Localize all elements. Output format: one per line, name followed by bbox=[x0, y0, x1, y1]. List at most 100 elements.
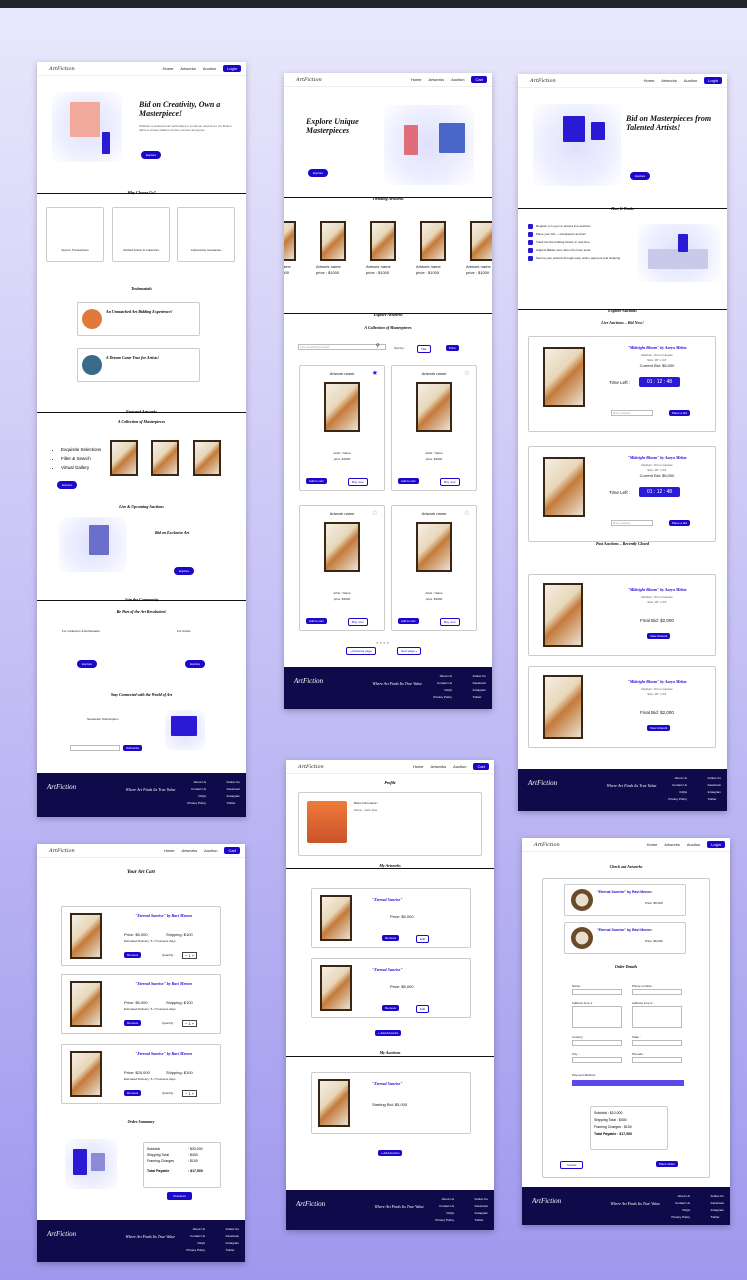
footer-link[interactable]: FAQs bbox=[435, 1210, 454, 1217]
buy-now-button[interactable]: Buy now bbox=[348, 618, 368, 626]
nav-auction[interactable]: Auction bbox=[684, 78, 697, 83]
brand-logo[interactable]: ArtFiction bbox=[298, 764, 324, 770]
footer-logo[interactable]: ArtFiction bbox=[532, 1197, 561, 1205]
add-artworks-button[interactable]: + Add Artworks bbox=[375, 1030, 402, 1036]
previous-page-button[interactable]: « Previous page bbox=[346, 647, 376, 655]
nav-home[interactable]: Home bbox=[644, 78, 655, 83]
footer-link[interactable]: About Us bbox=[433, 673, 452, 680]
bid-amount-input[interactable]: Enter a amount bbox=[611, 520, 653, 526]
newsletter-email-input[interactable] bbox=[70, 745, 120, 751]
artwork-thumb[interactable] bbox=[318, 1079, 350, 1127]
artwork-thumb[interactable] bbox=[320, 965, 352, 1011]
cart-button[interactable]: Cart bbox=[224, 847, 240, 854]
footer-link[interactable]: Privacy Policy bbox=[186, 1247, 205, 1254]
nav-auction[interactable]: Auction bbox=[453, 764, 466, 769]
form-input[interactable] bbox=[572, 1040, 622, 1046]
footer-logo[interactable]: ArtFiction bbox=[296, 1200, 325, 1208]
social-link[interactable]: Twitter bbox=[226, 1247, 239, 1254]
brand-logo[interactable]: ArtFiction bbox=[530, 78, 556, 84]
artwork-thumb[interactable] bbox=[70, 913, 102, 959]
footer-link[interactable]: Contact Us bbox=[186, 1233, 205, 1240]
buy-now-button[interactable]: Buy now bbox=[348, 478, 368, 486]
nav-auction[interactable]: Auction bbox=[687, 842, 700, 847]
artwork-thumb[interactable] bbox=[470, 221, 492, 261]
login-button[interactable]: Login bbox=[707, 841, 725, 848]
artwork-card[interactable]: Artwork name ☆ Artist : Name price :$1000 Ad… bbox=[391, 365, 477, 491]
footer-link[interactable]: About Us bbox=[435, 1196, 454, 1203]
social-link[interactable]: Twitter bbox=[227, 800, 240, 807]
footer-link[interactable]: About Us bbox=[668, 775, 687, 782]
artwork-card[interactable]: Artwork name ☆ Artist : Name price :$1000 Ad… bbox=[299, 505, 385, 631]
login-button[interactable]: Login bbox=[223, 65, 241, 72]
sort-title-button[interactable]: Title bbox=[417, 345, 431, 353]
artwork-card[interactable]: Artwork name ☆ Artist : Name price :$1000 Ad… bbox=[391, 505, 477, 631]
footer-link[interactable]: Contact Us bbox=[671, 1200, 690, 1207]
add-to-cart-button[interactable]: Add to cart bbox=[306, 618, 327, 624]
add-to-cart-button[interactable]: Add to cart bbox=[398, 478, 419, 484]
featured-explore-button[interactable]: Explore bbox=[57, 481, 78, 489]
artwork-thumb[interactable] bbox=[151, 440, 179, 476]
edit-button[interactable]: Edit bbox=[416, 935, 430, 943]
nav-artworks[interactable]: Artworks bbox=[661, 78, 677, 83]
favorite-star-icon[interactable]: ☆ bbox=[464, 369, 470, 377]
form-input[interactable] bbox=[572, 989, 622, 995]
brand-logo[interactable]: ArtFiction bbox=[534, 842, 560, 848]
quantity-stepper[interactable]: − 1 + bbox=[182, 1020, 198, 1027]
hero-explore-button[interactable]: Explore bbox=[141, 151, 162, 159]
form-input[interactable] bbox=[632, 989, 682, 995]
cart-button[interactable]: Cart bbox=[471, 76, 487, 83]
footer-link[interactable]: Contact Us bbox=[668, 782, 687, 789]
nav-artworks[interactable]: Artworks bbox=[180, 66, 196, 71]
footer-link[interactable]: Contact Us bbox=[187, 786, 206, 793]
footer-logo[interactable]: ArtFiction bbox=[47, 783, 76, 791]
social-link[interactable]: Facebook bbox=[708, 782, 721, 789]
artwork-thumb[interactable] bbox=[543, 583, 583, 647]
artwork-thumb[interactable] bbox=[70, 1051, 102, 1097]
footer-link[interactable]: Contact Us bbox=[433, 680, 452, 687]
social-link[interactable]: Facebook bbox=[711, 1200, 724, 1207]
cancel-button[interactable]: Cancel bbox=[560, 1161, 584, 1169]
footer-link[interactable]: FAQs bbox=[671, 1207, 690, 1214]
remove-button[interactable]: Remove bbox=[382, 1005, 400, 1011]
artwork-card[interactable]: Artwork name ★ Artist : Name price :$1000 Ad… bbox=[299, 365, 385, 491]
social-link[interactable]: Twitter bbox=[711, 1214, 724, 1221]
footer-link[interactable]: Privacy Policy bbox=[433, 694, 452, 701]
nav-home[interactable]: Home bbox=[411, 77, 422, 82]
add-auction-button[interactable]: + Add Auction bbox=[378, 1150, 403, 1156]
artwork-thumb[interactable] bbox=[571, 889, 593, 911]
footer-link[interactable]: Privacy Policy bbox=[671, 1214, 690, 1221]
join-button[interactable]: Explore bbox=[77, 660, 98, 668]
social-link[interactable]: Instagram bbox=[711, 1207, 724, 1214]
artwork-thumb[interactable] bbox=[370, 221, 396, 261]
nav-home[interactable]: Home bbox=[163, 66, 174, 71]
bid-amount-input[interactable]: Enter a amount bbox=[611, 410, 653, 416]
remove-button[interactable]: Remove bbox=[124, 1090, 142, 1096]
social-link[interactable]: Twitter bbox=[475, 1217, 488, 1224]
buy-now-button[interactable]: Buy now bbox=[440, 618, 460, 626]
artwork-thumb[interactable] bbox=[543, 347, 585, 407]
social-link[interactable]: Twitter bbox=[473, 694, 486, 701]
footer-link[interactable]: Privacy Policy bbox=[187, 800, 206, 807]
nav-artworks[interactable]: Artworks bbox=[429, 77, 445, 82]
footer-link[interactable]: FAQs bbox=[186, 1240, 205, 1247]
artwork-thumb[interactable] bbox=[320, 221, 346, 261]
footer-link[interactable]: Privacy Policy bbox=[435, 1217, 454, 1224]
buy-now-button[interactable]: Buy now bbox=[440, 478, 460, 486]
artwork-thumb[interactable] bbox=[416, 382, 452, 432]
social-link[interactable]: Twitter bbox=[708, 796, 721, 803]
search-input[interactable]: Type something for search bbox=[298, 344, 386, 350]
checkout-button[interactable]: Checkout bbox=[167, 1192, 192, 1200]
form-input[interactable] bbox=[632, 1006, 682, 1028]
join-button[interactable]: Explore bbox=[185, 660, 206, 668]
social-link[interactable]: Facebook bbox=[227, 786, 240, 793]
place-order-button[interactable]: Place Order bbox=[656, 1161, 679, 1167]
favorite-star-icon[interactable]: ☆ bbox=[464, 509, 470, 517]
explore-button[interactable]: Explore bbox=[308, 169, 329, 177]
nav-home[interactable]: Home bbox=[647, 842, 658, 847]
social-link[interactable]: Facebook bbox=[226, 1233, 239, 1240]
brand-logo[interactable]: ArtFiction bbox=[49, 848, 75, 854]
auction-explore-button[interactable]: Explore bbox=[174, 567, 195, 575]
favorite-star-icon[interactable]: ☆ bbox=[372, 509, 378, 517]
footer-link[interactable]: Privacy Policy bbox=[668, 796, 687, 803]
view-artwork-button[interactable]: View Artwork bbox=[647, 725, 671, 731]
